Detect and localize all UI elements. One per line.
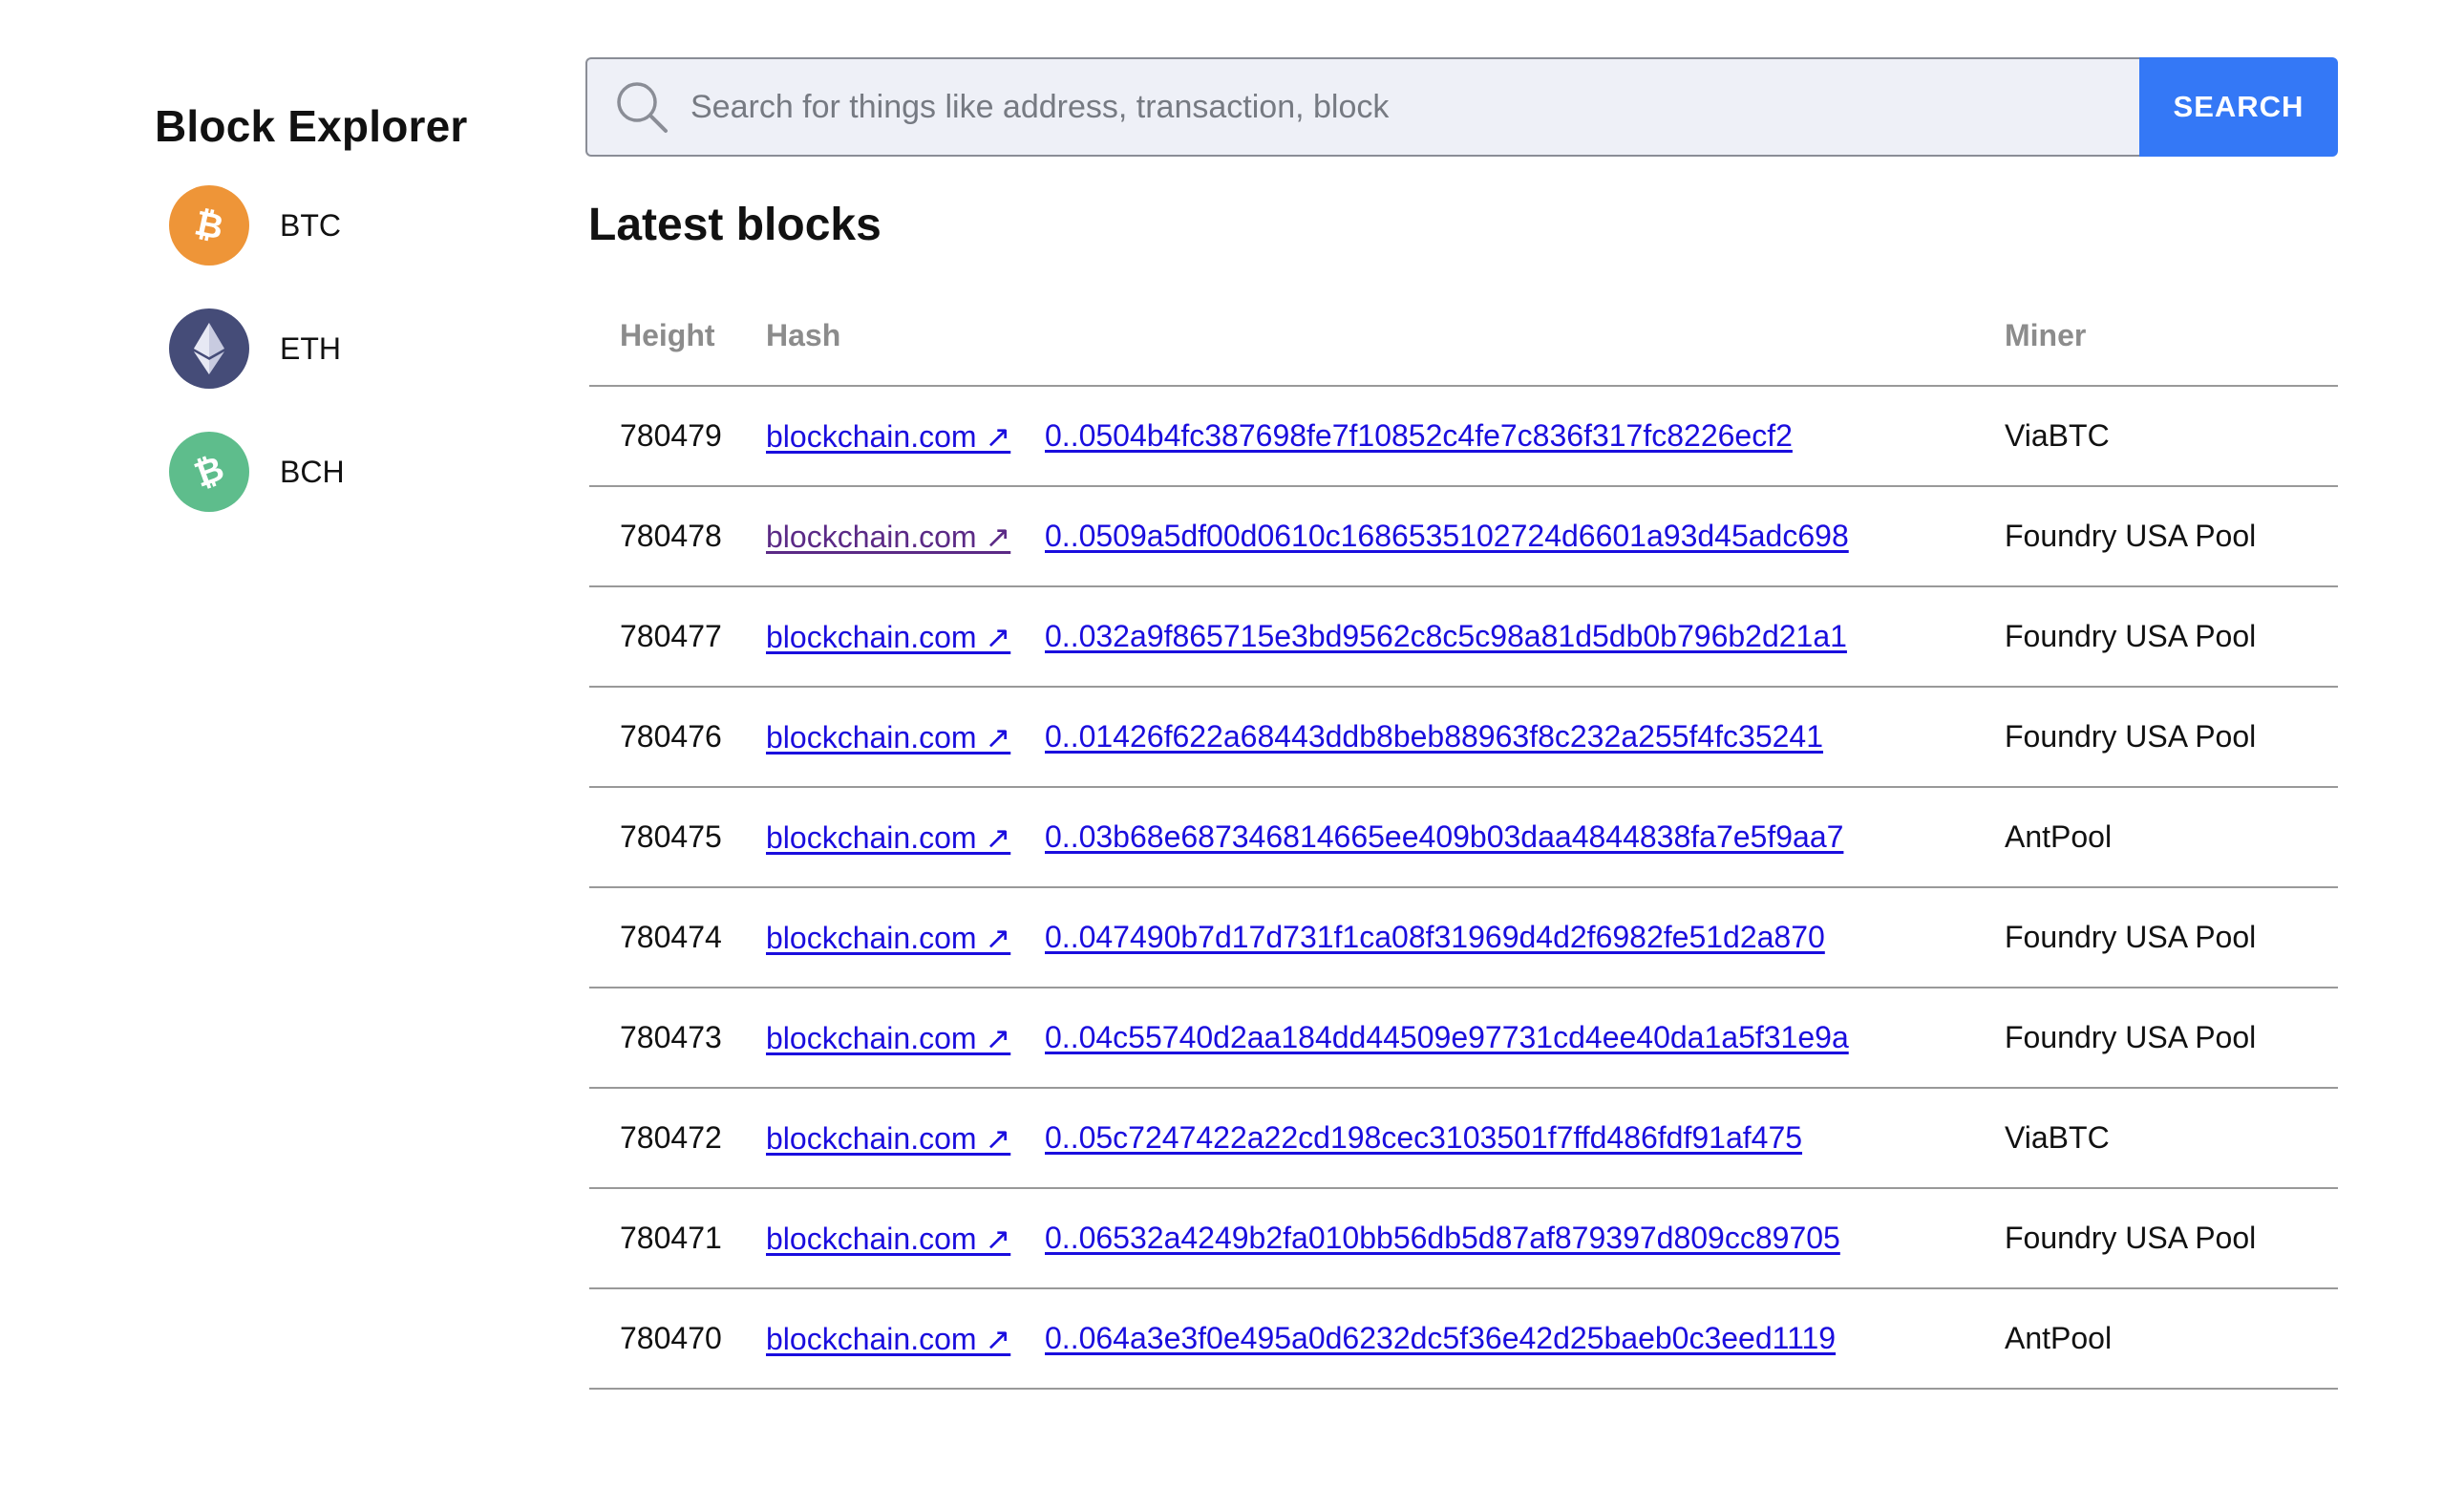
table-row: 780470 blockchain.com ↗ 0..064a3e3f0e495…	[589, 1288, 2338, 1390]
sidebar: Block Explorer ₿ BTC ETH ₿ BCH	[155, 96, 537, 555]
sidebar-item-btc[interactable]: ₿ BTC	[169, 185, 537, 266]
block-hash-link[interactable]: 0..047490b7d17d731f1ca08f31969d4d2f6982f…	[1045, 920, 1825, 954]
block-height: 780475	[589, 787, 766, 888]
blockchain-link[interactable]: blockchain.com ↗	[766, 1222, 1010, 1256]
sidebar-item-label: BCH	[280, 454, 345, 489]
block-height: 780474	[589, 887, 766, 988]
search-input[interactable]	[689, 58, 2139, 156]
block-miner: Foundry USA Pool	[2005, 486, 2338, 587]
blockchain-link[interactable]: blockchain.com ↗	[766, 1021, 1010, 1055]
blockchain-link[interactable]: blockchain.com ↗	[766, 820, 1010, 855]
table-row: 780471 blockchain.com ↗ 0..06532a4249b2f…	[589, 1188, 2338, 1289]
block-miner: AntPool	[2005, 1288, 2338, 1390]
block-hash-link[interactable]: 0..0509a5df00d0610c1686535102724d6601a93…	[1045, 519, 1849, 553]
blockchain-link[interactable]: blockchain.com ↗	[766, 520, 1010, 554]
blockchain-link[interactable]: blockchain.com ↗	[766, 720, 1010, 754]
block-miner: Foundry USA Pool	[2005, 988, 2338, 1089]
coin-list: ₿ BTC ETH ₿ BCH	[155, 185, 537, 512]
block-hash-link[interactable]: 0..032a9f865715e3bd9562c8c5c98a81d5db0b7…	[1045, 619, 1847, 653]
block-miner: Foundry USA Pool	[2005, 887, 2338, 988]
svg-text:₿: ₿	[191, 204, 226, 246]
table-row: 780479 blockchain.com ↗ 0..0504b4fc38769…	[589, 386, 2338, 487]
sidebar-item-label: BTC	[280, 207, 341, 243]
sidebar-item-eth[interactable]: ETH	[169, 308, 537, 389]
block-height: 780479	[589, 386, 766, 487]
block-height: 780473	[589, 988, 766, 1089]
column-header-hash: Hash	[766, 287, 1045, 387]
block-hash-link[interactable]: 0..05c7247422a22cd198cec3103501f7ffd486f…	[1045, 1120, 1802, 1155]
sidebar-item-bch[interactable]: ₿ BCH	[169, 432, 537, 512]
block-hash-link[interactable]: 0..03b68e687346814665ee409b03daa4844838f…	[1045, 819, 1843, 854]
blockchain-link[interactable]: blockchain.com ↗	[766, 419, 1010, 454]
table-row: 780476 blockchain.com ↗ 0..01426f622a684…	[589, 687, 2338, 788]
bitcoin-icon: ₿	[169, 185, 249, 266]
block-miner: Foundry USA Pool	[2005, 687, 2338, 788]
block-height: 780470	[589, 1288, 766, 1390]
ethereum-icon	[169, 308, 249, 389]
block-miner: ViaBTC	[2005, 1088, 2338, 1189]
block-hash-link[interactable]: 0..06532a4249b2fa010bb56db5d87af879397d8…	[1045, 1221, 1840, 1255]
table-row: 780472 blockchain.com ↗ 0..05c7247422a22…	[589, 1088, 2338, 1189]
block-height: 780478	[589, 486, 766, 587]
table-row: 780474 blockchain.com ↗ 0..047490b7d17d7…	[589, 887, 2338, 988]
table-row: 780473 blockchain.com ↗ 0..04c55740d2aa1…	[589, 988, 2338, 1089]
blockchain-link[interactable]: blockchain.com ↗	[766, 1322, 1010, 1356]
block-hash-link[interactable]: 0..01426f622a68443ddb8beb88963f8c232a255…	[1045, 719, 1823, 754]
block-height: 780472	[589, 1088, 766, 1189]
column-header-height: Height	[589, 287, 766, 387]
table-header-row: Height Hash Miner	[589, 287, 2338, 387]
blockchain-link[interactable]: blockchain.com ↗	[766, 620, 1010, 654]
block-miner: Foundry USA Pool	[2005, 1188, 2338, 1289]
block-height: 780476	[589, 687, 766, 788]
search-box	[585, 57, 2139, 157]
blockchain-link[interactable]: blockchain.com ↗	[766, 921, 1010, 955]
block-hash-link[interactable]: 0..0504b4fc387698fe7f10852c4fe7c836f317f…	[1045, 418, 1793, 453]
block-miner: Foundry USA Pool	[2005, 586, 2338, 688]
table-row: 780475 blockchain.com ↗ 0..03b68e6873468…	[589, 787, 2338, 888]
block-height: 780477	[589, 586, 766, 688]
blockchain-link[interactable]: blockchain.com ↗	[766, 1121, 1010, 1156]
column-header-hash-value	[1045, 287, 2005, 387]
search-bar: SEARCH	[585, 57, 2338, 157]
app-title: Block Explorer	[155, 101, 468, 151]
block-miner: ViaBTC	[2005, 386, 2338, 487]
block-hash-link[interactable]: 0..04c55740d2aa184dd44509e97731cd4ee40da…	[1045, 1020, 1849, 1054]
svg-text:₿: ₿	[189, 451, 229, 493]
block-miner: AntPool	[2005, 787, 2338, 888]
bitcoin-cash-icon: ₿	[169, 432, 249, 512]
table-body: 780479 blockchain.com ↗ 0..0504b4fc38769…	[589, 386, 2338, 1390]
search-icon	[614, 79, 669, 135]
search-button[interactable]: SEARCH	[2139, 57, 2338, 157]
block-hash-link[interactable]: 0..064a3e3f0e495a0d6232dc5f36e42d25baeb0…	[1045, 1321, 1836, 1355]
section-title: Latest blocks	[588, 200, 882, 250]
block-height: 780471	[589, 1188, 766, 1289]
table-row: 780478 blockchain.com ↗ 0..0509a5df00d06…	[589, 486, 2338, 587]
column-header-miner: Miner	[2005, 287, 2338, 387]
sidebar-item-label: ETH	[280, 330, 341, 366]
blocks-table: Height Hash Miner 780479 blockchain.com …	[589, 287, 2338, 1390]
table-row: 780477 blockchain.com ↗ 0..032a9f865715e…	[589, 586, 2338, 688]
